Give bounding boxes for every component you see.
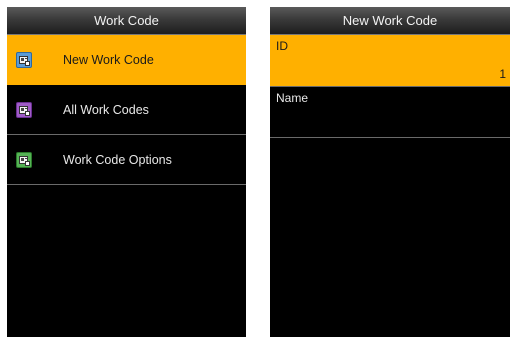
all-work-codes-icon: [16, 101, 32, 118]
id-field[interactable]: ID 1: [270, 35, 510, 87]
id-field-value: 1: [499, 67, 506, 81]
menu-item-new-work-code[interactable]: New Work Code: [7, 35, 246, 85]
menu-item-work-code-options[interactable]: Work Code Options: [7, 135, 246, 185]
work-code-menu-screen: Work Code New Work Code All Work Codes W…: [7, 7, 246, 337]
menu-item-label: New Work Code: [63, 53, 154, 67]
new-work-code-screen: New Work Code ID 1 Name: [270, 7, 510, 337]
new-work-code-icon: [16, 52, 32, 68]
screen-title: Work Code: [7, 7, 246, 35]
screen-title: New Work Code: [270, 7, 510, 35]
menu-item-all-work-codes[interactable]: All Work Codes: [7, 85, 246, 135]
menu-item-label: All Work Codes: [63, 102, 149, 117]
menu-item-label: Work Code Options: [63, 152, 172, 167]
name-field-label: Name: [276, 91, 309, 105]
work-code-options-icon: [16, 151, 32, 168]
name-field[interactable]: Name: [270, 87, 510, 138]
id-field-label: ID: [276, 39, 288, 53]
